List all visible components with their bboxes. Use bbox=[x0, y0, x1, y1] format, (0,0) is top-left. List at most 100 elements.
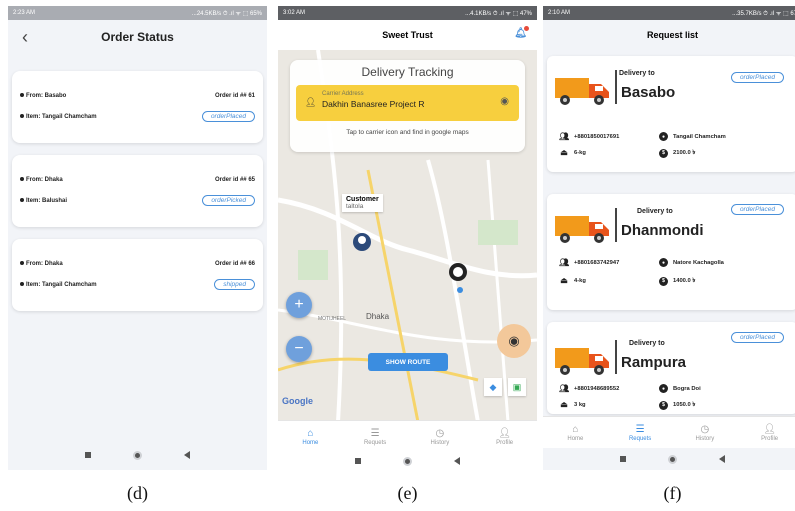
weight-icon: ⏏ bbox=[560, 276, 568, 285]
delivery-truck-icon bbox=[555, 78, 609, 105]
price-info: $1050.0 ৳ bbox=[659, 400, 695, 410]
price-info: $1400.0 ৳ bbox=[659, 276, 695, 286]
tracking-title: Delivery Tracking bbox=[361, 65, 454, 79]
request-card[interactable]: Delivery to Rampura orderPlaced 👥︎ +88019… bbox=[547, 322, 795, 414]
divider bbox=[615, 340, 617, 374]
price-icon: $ bbox=[659, 276, 668, 286]
bottom-tab-bar: ⌂ Home ☰ Requets ◷ History 👤︎ Profile bbox=[278, 420, 537, 452]
delivery-to-label: Delivery to bbox=[629, 340, 665, 347]
status-bar: 2:23 AM ...24.5KB/s ⏱ .ıl ᯤ ⬚ 65% bbox=[8, 6, 267, 20]
status-indicators: ...4.1KB/s ⏱ .ıl ᯤ ⬚ 47% bbox=[465, 10, 532, 17]
order-from: From: Basabo bbox=[20, 93, 66, 99]
back-icon[interactable] bbox=[454, 457, 460, 465]
request-list-screen: 2:10 AM ...35.7KB/s ⏱ .ıl ᯤ ⬚ 67 Request… bbox=[543, 6, 795, 470]
order-item: Item: Tangail Chamcham bbox=[20, 114, 97, 120]
status-badge: orderPlaced bbox=[730, 72, 784, 83]
list-icon: ☰ bbox=[370, 427, 380, 439]
destination-city: Dhanmondi bbox=[621, 222, 704, 239]
status-badge: orderPicked bbox=[202, 195, 255, 206]
divider bbox=[615, 70, 617, 104]
order-status-screen: 2:23 AM ...24.5KB/s ⏱ .ıl ᯤ ⬚ 65% ‹ Orde… bbox=[8, 6, 267, 470]
item-info: ● Tangail Chamcham bbox=[659, 132, 726, 141]
tab-home[interactable]: ⌂ Home bbox=[550, 424, 600, 442]
tab-profile[interactable]: 👤︎ Profile bbox=[745, 424, 795, 442]
destination-city: Rampura bbox=[621, 354, 687, 371]
users-icon: 👥︎ bbox=[559, 132, 570, 141]
figure-caption: (f) bbox=[663, 483, 682, 503]
home-button-icon[interactable] bbox=[403, 456, 412, 466]
zoom-in-button[interactable]: + bbox=[286, 292, 312, 318]
person-icon: 👤︎ bbox=[305, 97, 317, 107]
weight-info: ⏏ 6-kg bbox=[560, 148, 586, 157]
item-icon: ● bbox=[659, 132, 668, 141]
item-info: ● Natore Kachagolla bbox=[659, 258, 724, 267]
users-icon: 👥︎ bbox=[559, 384, 570, 393]
users-icon: 👥︎ bbox=[559, 258, 570, 267]
status-badge: orderPlaced bbox=[730, 204, 784, 215]
request-card[interactable]: Delivery to Dhanmondi orderPlaced 👥︎ +880… bbox=[547, 194, 795, 310]
profile-icon: 👤︎ bbox=[498, 427, 511, 439]
history-icon: ◷ bbox=[435, 427, 445, 439]
system-nav-bar bbox=[543, 448, 795, 470]
order-item: Item: Tangail Chamcham bbox=[20, 282, 97, 288]
weight-info: ⏏ 3 kg bbox=[560, 400, 586, 409]
recents-icon[interactable] bbox=[85, 452, 91, 458]
carrier-address-box[interactable]: 👤︎ Carrier Address Dakhin Banasree Proje… bbox=[296, 85, 519, 121]
order-id: Order id ## 66 bbox=[214, 261, 255, 267]
system-nav-bar bbox=[278, 452, 537, 470]
delivery-truck-icon bbox=[555, 348, 609, 375]
app-header: Sweet Trust 🔔︎ bbox=[278, 20, 537, 50]
weight-info: ⏏ 4-kg bbox=[560, 276, 586, 285]
customer-marker-label[interactable]: Customer taltola bbox=[342, 194, 383, 212]
delivery-to-label: Delivery to bbox=[619, 70, 655, 77]
weight-icon: ⏏ bbox=[560, 400, 568, 409]
target-icon[interactable]: ◉ bbox=[500, 96, 509, 107]
customer-label: Customer bbox=[346, 196, 379, 203]
home-button-icon[interactable] bbox=[133, 450, 142, 460]
tab-history[interactable]: ◷ History bbox=[680, 424, 730, 442]
back-icon[interactable] bbox=[184, 451, 190, 459]
page-title: Order Status bbox=[101, 30, 174, 44]
status-time: 2:10 AM bbox=[548, 10, 571, 16]
map-view[interactable]: Delivery Tracking 👤︎ Carrier Address Dak… bbox=[278, 50, 537, 422]
show-route-button[interactable]: SHOW ROUTE bbox=[368, 353, 448, 371]
order-card[interactable]: From: Dhaka Order id ## 65 Item: Balusha… bbox=[12, 155, 263, 227]
status-indicators: ...35.7KB/s ⏱ .ıl ᯤ ⬚ 67 bbox=[732, 10, 795, 17]
figure-caption: (e) bbox=[397, 483, 418, 503]
map-label-area: MOTIJHEEL bbox=[318, 316, 347, 322]
google-maps-icon[interactable]: ▣ bbox=[508, 378, 526, 396]
tab-home[interactable]: ⌂ Home bbox=[285, 428, 335, 446]
back-icon[interactable] bbox=[719, 455, 725, 463]
tab-history[interactable]: ◷ History bbox=[415, 428, 465, 446]
order-id: Order id ## 61 bbox=[214, 93, 255, 99]
bullet-icon bbox=[20, 197, 24, 202]
price-icon: $ bbox=[659, 400, 668, 410]
request-card[interactable]: Delivery to Basabo orderPlaced 👥︎ +880185… bbox=[547, 56, 795, 172]
price-info: $2100.0 ৳ bbox=[659, 148, 695, 158]
divider bbox=[615, 208, 617, 242]
my-location-button[interactable]: ◉ bbox=[497, 324, 531, 358]
order-card[interactable]: From: Dhaka Order id ## 66 Item: Tangail… bbox=[12, 239, 263, 311]
bullet-icon bbox=[20, 93, 24, 98]
destination-city: Basabo bbox=[621, 84, 676, 101]
tab-requests[interactable]: ☰ Requets bbox=[350, 428, 400, 446]
directions-icon[interactable]: ◆ bbox=[484, 378, 502, 396]
order-card[interactable]: From: Basabo Order id ## 61 Item: Tangai… bbox=[12, 71, 263, 143]
order-from: From: Dhaka bbox=[20, 261, 63, 267]
weight-icon: ⏏ bbox=[560, 148, 568, 157]
recents-icon[interactable] bbox=[620, 456, 626, 462]
tab-requests[interactable]: ☰ Requets bbox=[615, 424, 665, 442]
item-info: ● Bogra Doi bbox=[659, 384, 701, 393]
bullet-icon bbox=[20, 177, 24, 182]
figure-caption: (d) bbox=[127, 483, 148, 503]
zoom-out-button[interactable]: − bbox=[286, 336, 312, 362]
tab-profile[interactable]: 👤︎ Profile bbox=[480, 428, 530, 446]
home-button-icon[interactable] bbox=[668, 454, 677, 464]
back-arrow-icon[interactable]: ‹ bbox=[22, 28, 28, 46]
recents-icon[interactable] bbox=[355, 458, 361, 464]
home-icon: ⌂ bbox=[307, 427, 314, 439]
customer-place: taltola bbox=[346, 203, 364, 210]
status-bar: 3:02 AM ...4.1KB/s ⏱ .ıl ᯤ ⬚ 47% bbox=[278, 6, 537, 20]
carrier-address-label: Carrier Address bbox=[322, 91, 364, 97]
app-header: ‹ Order Status bbox=[8, 20, 267, 54]
